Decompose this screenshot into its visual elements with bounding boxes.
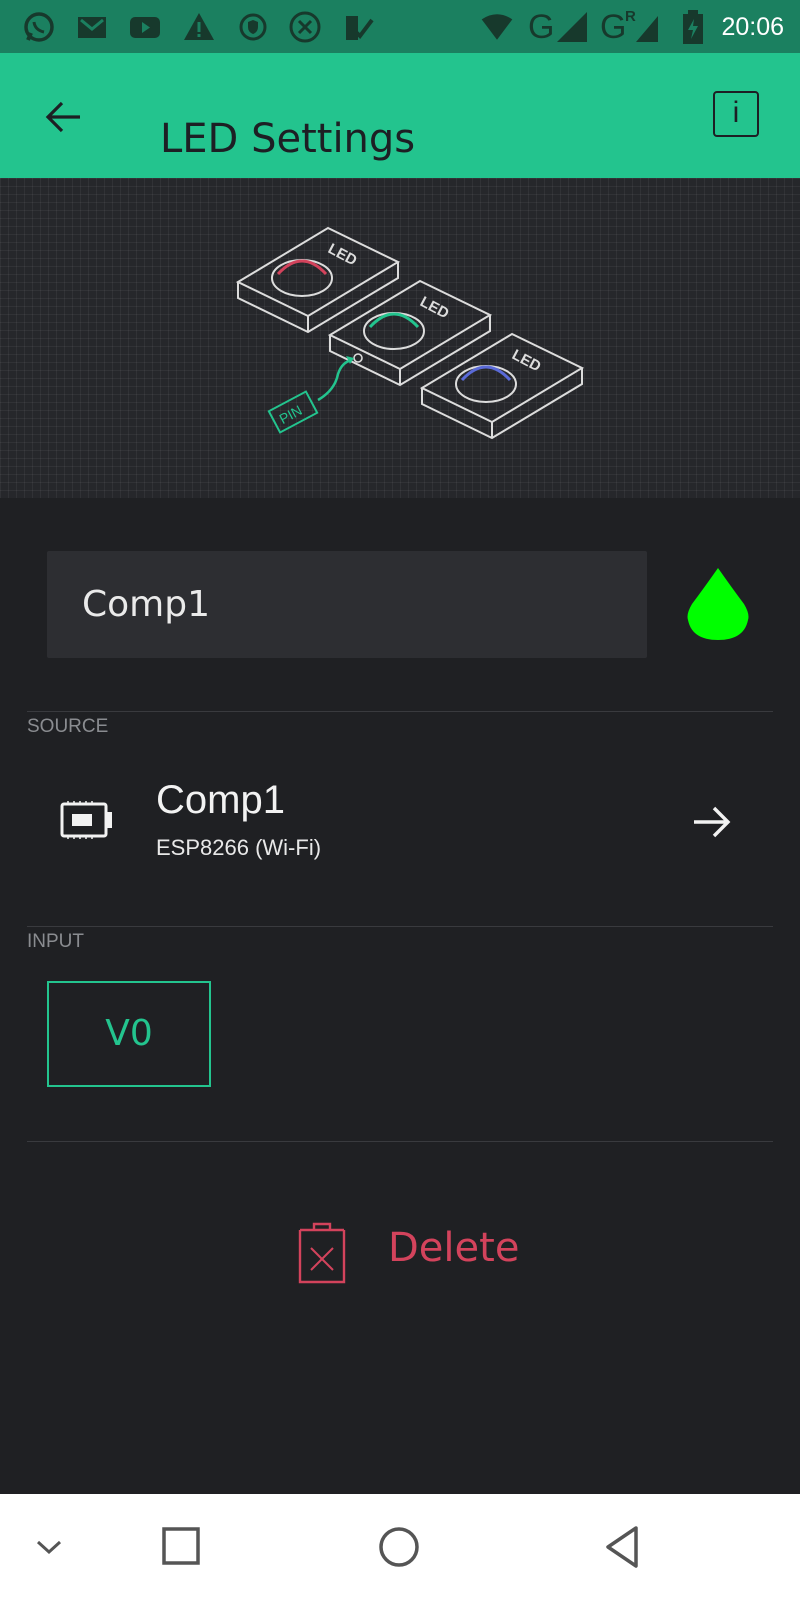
app-bar: LED Settings i: [0, 53, 800, 178]
whatsapp-icon: [22, 10, 56, 44]
arrow-right-icon: [690, 802, 734, 842]
wifi-icon: [480, 10, 520, 44]
led-label-3: LED: [509, 346, 544, 375]
chevron-down-icon[interactable]: [32, 1522, 66, 1572]
arrow-left-icon: [45, 101, 80, 133]
recents-icon[interactable]: [160, 1522, 204, 1572]
divider: [27, 926, 773, 927]
vpn-shield-icon: [236, 10, 270, 44]
led-blue-module: [419, 332, 585, 440]
led-label-1: LED: [325, 240, 360, 269]
task-check-icon: [342, 10, 376, 44]
delete-label: Delete: [388, 1225, 520, 1271]
widget-name-input[interactable]: [47, 551, 647, 658]
divider: [27, 1141, 773, 1142]
back-nav-icon[interactable]: [600, 1522, 644, 1572]
color-drop-icon: [687, 568, 749, 640]
source-device-row[interactable]: Comp1 ESP8266 (Wi-Fi): [0, 760, 800, 880]
delete-button[interactable]: Delete: [296, 1220, 526, 1286]
cancel-circle-icon: [288, 10, 322, 44]
input-pin-selector[interactable]: V0: [47, 981, 211, 1087]
network-type-label-2: G: [600, 8, 627, 46]
warning-icon: [182, 10, 216, 44]
system-navigation-bar: [0, 1494, 800, 1600]
input-section-label: INPUT: [27, 931, 84, 952]
pin-tag: PIN: [267, 390, 319, 434]
source-section-label: SOURCE: [27, 716, 109, 737]
page-title: LED Settings: [160, 116, 416, 162]
device-board-icon: [60, 800, 114, 840]
led-illustration: LED LED LED PIN: [235, 226, 585, 440]
led-green-module: [327, 279, 493, 387]
source-device-type: ESP8266 (Wi-Fi): [156, 835, 322, 860]
home-icon[interactable]: [374, 1522, 424, 1572]
back-button[interactable]: [40, 93, 88, 141]
status-bar: G G R 20:06: [0, 0, 800, 53]
network-type-label: G: [528, 8, 555, 46]
divider: [27, 711, 773, 712]
color-picker-button[interactable]: [686, 566, 750, 642]
info-button[interactable]: i: [713, 91, 759, 137]
battery-charging-icon: [676, 10, 703, 44]
status-time: 20:06: [721, 13, 784, 41]
signal-icon-2: [630, 10, 658, 44]
led-red-module: [235, 226, 401, 334]
widget-illustration: LED LED LED PIN: [0, 178, 800, 498]
signal-icon: [555, 10, 589, 44]
led-label-2: LED: [417, 293, 452, 322]
youtube-icon: [128, 10, 162, 44]
source-device-name: Comp1: [156, 778, 285, 822]
gmail-icon: [75, 10, 109, 44]
trash-icon: [298, 1222, 346, 1284]
